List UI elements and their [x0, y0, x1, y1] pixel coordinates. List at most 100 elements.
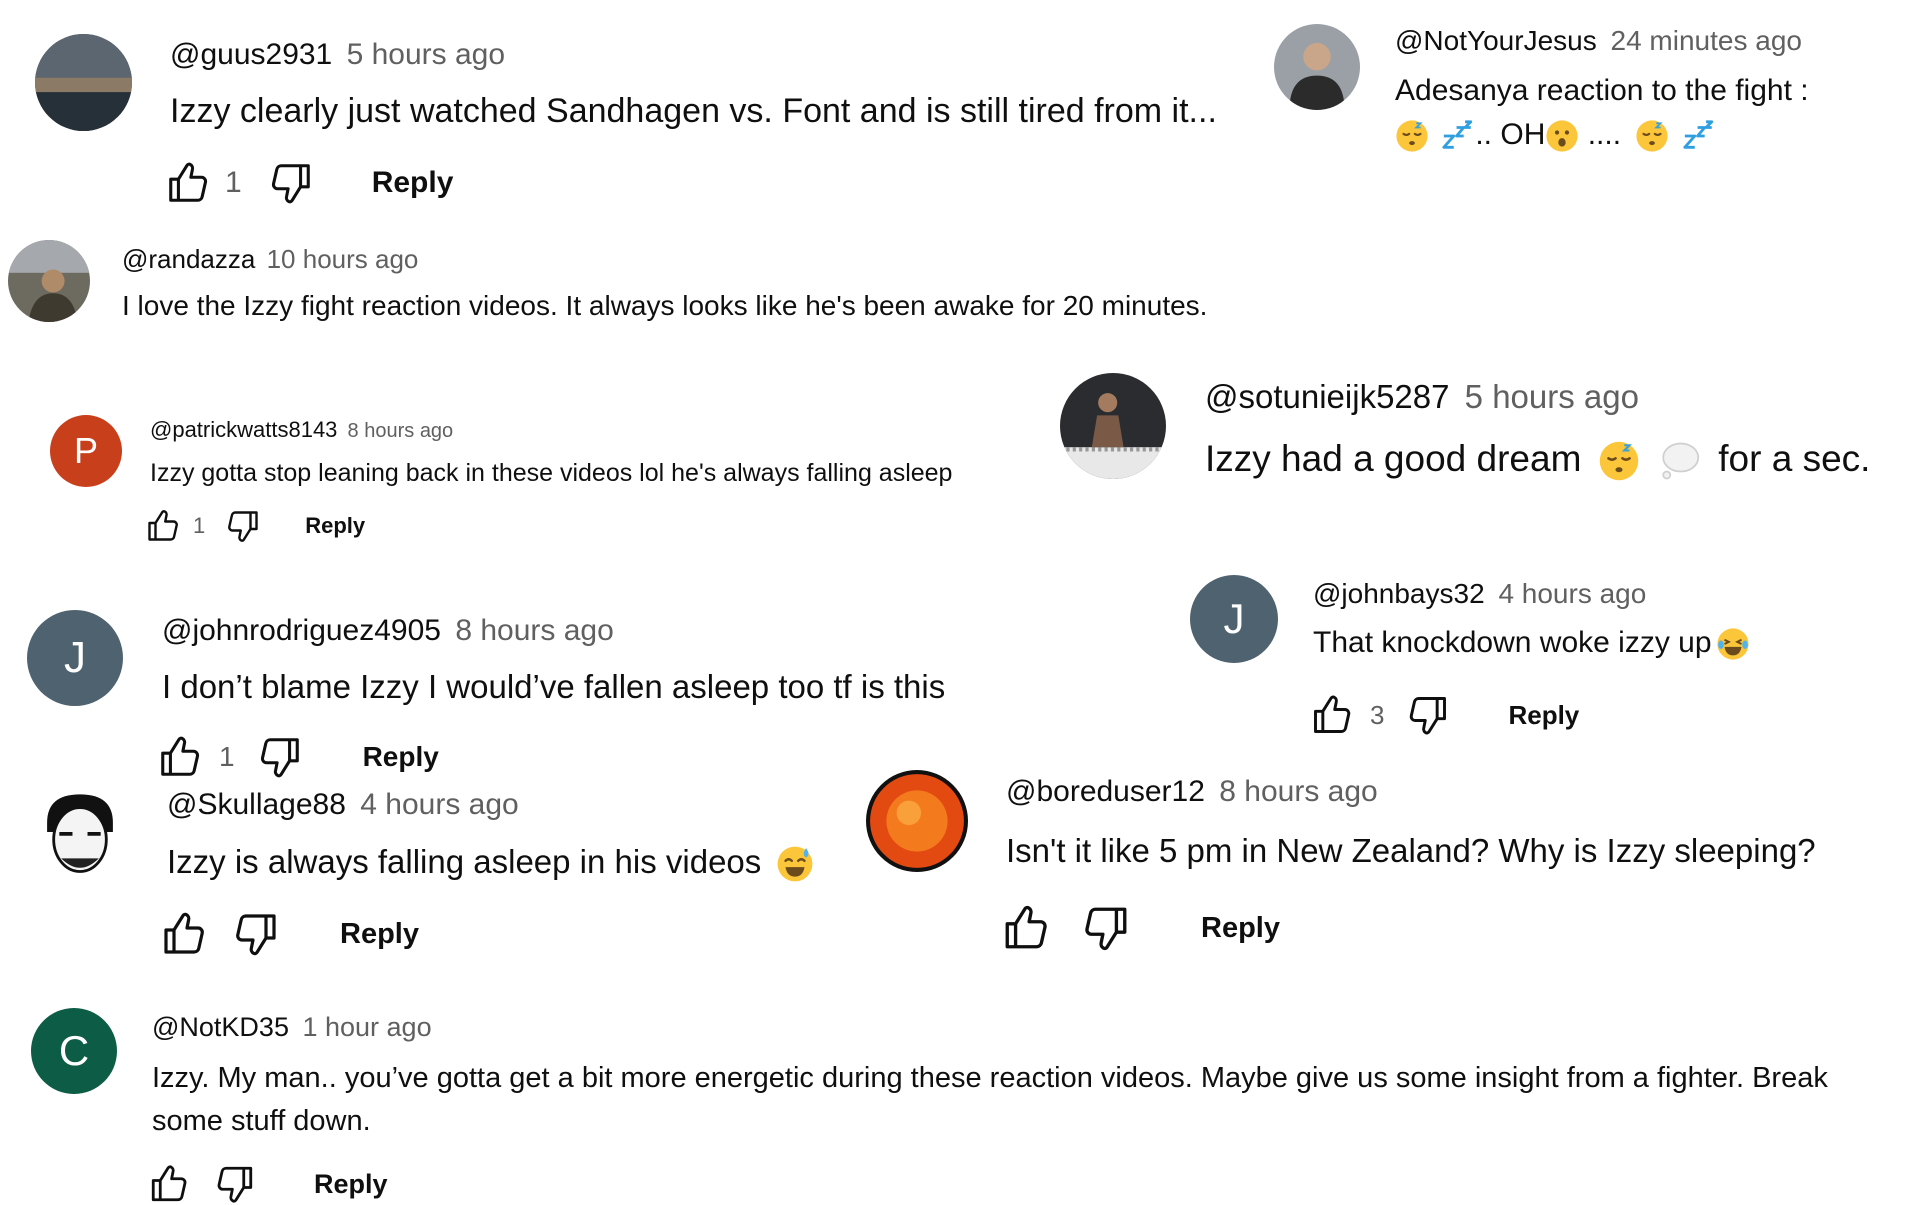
comment-header: @NotYourJesus 24 minutes ago [1395, 25, 1802, 57]
avatar-drawn-face-image [33, 785, 127, 879]
comment-text: I love the Izzy fight reaction videos. I… [122, 290, 1208, 321]
reply-button[interactable]: Reply [363, 741, 439, 773]
reply-button[interactable]: Reply [314, 1169, 388, 1200]
zzz-emoji [1682, 119, 1716, 153]
avatar[interactable] [33, 785, 127, 879]
comment-actions: 1 Reply [157, 734, 439, 780]
sleeping-face-emoji [1395, 119, 1429, 153]
comment-actions: 3 Reply [1310, 693, 1579, 737]
comment-text-line2: some stuff down. [152, 1105, 371, 1137]
avatar-sun-image [866, 770, 968, 872]
avatar-fighter-image [1060, 373, 1166, 479]
comment-time[interactable]: 1 hour ago [302, 1012, 431, 1042]
comment-time[interactable]: 5 hours ago [347, 38, 505, 71]
comment-actions: Reply [160, 910, 419, 958]
avatar-letter: J [64, 633, 86, 682]
author-name[interactable]: @patrickwatts8143 [150, 417, 337, 442]
comment-header: @NotKD35 1 hour ago [152, 1012, 432, 1043]
comment-time[interactable]: 8 hours ago [348, 420, 454, 442]
comment-text: Izzy gotta stop leaning back in these vi… [150, 459, 953, 487]
thumbs-down-icon[interactable] [257, 734, 303, 780]
comment-time[interactable]: 24 minutes ago [1611, 25, 1802, 56]
avatar-letter: C [58, 1027, 90, 1074]
thumbs-up-icon[interactable] [157, 734, 203, 780]
oh-text: OH [1500, 118, 1546, 151]
comment-header: @boreduser12 8 hours ago [1006, 775, 1378, 809]
comment-text: Isn't it like 5 pm in New Zealand? Why i… [1006, 832, 1816, 869]
author-name[interactable]: @johnbays32 [1313, 578, 1485, 609]
zzz-emoji [1441, 119, 1475, 153]
author-name[interactable]: @randazza [122, 244, 255, 274]
comment-time[interactable]: 5 hours ago [1465, 378, 1639, 415]
thumbs-down-icon[interactable] [225, 508, 261, 544]
reply-button[interactable]: Reply [372, 166, 454, 200]
avatar[interactable] [1274, 24, 1360, 110]
comment-time[interactable]: 4 hours ago [360, 788, 518, 821]
comment-text: Izzy is always falling asleep in his vid… [167, 843, 814, 883]
thumbs-up-icon[interactable] [148, 1163, 190, 1205]
author-name[interactable]: @sotunieijk5287 [1205, 378, 1450, 415]
author-name[interactable]: @Skullage88 [167, 788, 346, 821]
comment-text: Izzy clearly just watched Sandhagen vs. … [170, 92, 1217, 130]
thumbs-down-icon[interactable] [1406, 693, 1450, 737]
author-name[interactable]: @NotKD35 [152, 1012, 289, 1042]
author-name[interactable]: @boreduser12 [1006, 775, 1205, 808]
avatar-person-image [1274, 24, 1360, 110]
avatar[interactable] [866, 770, 968, 872]
reply-button[interactable]: Reply [1508, 700, 1579, 731]
like-count: 1 [193, 513, 206, 538]
sleeping-face-emoji [1598, 440, 1640, 482]
author-name[interactable]: @johnrodriguez4905 [162, 614, 441, 647]
like-count: 1 [219, 741, 235, 772]
reply-button[interactable]: Reply [1201, 912, 1280, 945]
comment-header: @patrickwatts8143 8 hours ago [150, 417, 453, 443]
avatar[interactable] [35, 34, 132, 131]
thumbs-down-icon[interactable] [268, 160, 314, 206]
reply-button[interactable]: Reply [305, 513, 365, 539]
comment-time[interactable]: 4 hours ago [1498, 578, 1646, 609]
sweat-smile-emoji [776, 845, 814, 883]
comment-time[interactable]: 8 hours ago [455, 614, 613, 647]
like-count: 3 [1370, 699, 1385, 730]
thumbs-down-icon[interactable] [232, 910, 280, 958]
text-part: That knockdown woke izzy up [1313, 626, 1712, 659]
avatar[interactable]: P [50, 415, 122, 487]
comment-time[interactable]: 10 hours ago [267, 244, 419, 274]
comment-time[interactable]: 8 hours ago [1219, 775, 1377, 808]
comment-text-line1: Izzy. My man.. you’ve gotta get a bit mo… [152, 1062, 1828, 1094]
comment-header: @randazza 10 hours ago [122, 244, 418, 275]
thumbs-up-icon[interactable] [165, 160, 211, 206]
dots: .... [1587, 118, 1622, 151]
comment-header: @johnrodriguez4905 8 hours ago [162, 614, 614, 648]
avatar[interactable]: C [31, 1008, 117, 1094]
text-part: Izzy is always falling asleep in his vid… [167, 843, 762, 880]
text-part: for a sec. [1718, 438, 1871, 479]
reply-button[interactable]: Reply [340, 918, 419, 951]
avatar-outdoor-image [8, 240, 90, 322]
thumbs-up-icon[interactable] [145, 508, 181, 544]
thumbs-down-icon[interactable] [214, 1163, 256, 1205]
comment-actions: 1 Reply [165, 160, 453, 206]
author-name[interactable]: @guus2931 [170, 38, 332, 71]
avatar-letter: P [73, 430, 98, 471]
avatar-letter: J [1223, 595, 1245, 642]
laughing-face-emoji [1716, 627, 1750, 661]
thumbs-up-icon[interactable] [160, 910, 208, 958]
avatar[interactable]: J [1190, 575, 1278, 663]
author-name[interactable]: @NotYourJesus [1395, 25, 1597, 56]
sleeping-face-emoji [1635, 119, 1669, 153]
avatar[interactable] [1060, 373, 1166, 479]
comment-text-line2: .. OH .... [1395, 118, 1716, 153]
like-count: 1 [225, 166, 242, 199]
avatar[interactable] [8, 240, 90, 322]
avatar[interactable]: J [27, 610, 123, 706]
thumbs-down-icon[interactable] [1081, 903, 1131, 953]
thumbs-up-icon[interactable] [1310, 693, 1354, 737]
text-part: Izzy had a good dream [1205, 438, 1582, 479]
dots: .. [1475, 118, 1493, 151]
comment-text-line1: Adesanya reaction to the fight : [1395, 74, 1809, 107]
comment-header: @johnbays32 4 hours ago [1313, 578, 1646, 610]
thumbs-up-icon[interactable] [1001, 903, 1051, 953]
comment-header: @guus2931 5 hours ago [170, 38, 505, 72]
comment-actions: Reply [1001, 903, 1280, 953]
